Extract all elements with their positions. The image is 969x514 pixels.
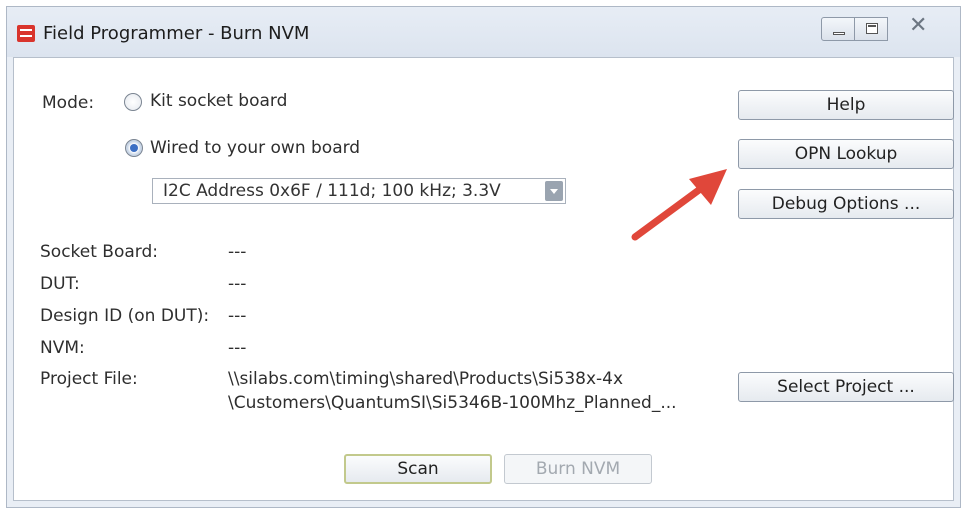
mode-label: Mode:: [42, 93, 95, 113]
i2c-address-value: I2C Address 0x6F / 111d; 100 kHz; 3.3V: [163, 181, 501, 201]
window-title: Field Programmer - Burn NVM: [43, 23, 310, 44]
field-programmer-window: Field Programmer - Burn NVM ✕ Mode: Kit …: [6, 6, 961, 508]
minimize-icon: [833, 32, 845, 35]
project-file-path-line1: \\silabs.com\timing\shared\Products\Si53…: [228, 369, 624, 389]
debug-options-button[interactable]: Debug Options ...: [738, 189, 954, 219]
design-id-label: Design ID (on DUT):: [40, 306, 210, 326]
dut-value: ---: [228, 274, 247, 294]
minimize-button[interactable]: [821, 17, 855, 41]
dut-label: DUT:: [40, 274, 80, 294]
app-logo-icon: [17, 25, 35, 42]
design-id-value: ---: [228, 306, 247, 326]
select-project-button[interactable]: Select Project ...: [738, 372, 954, 402]
dialog-content: Mode: Kit socket board Wired to your own…: [13, 57, 954, 501]
maximize-button[interactable]: [854, 17, 888, 41]
socket-board-label: Socket Board:: [40, 242, 158, 262]
project-file-label: Project File:: [40, 369, 138, 389]
project-file-path-line2: \Customers\QuantumSI\Si5346B-100Mhz_Plan…: [228, 393, 677, 413]
radio-kit-socket-board[interactable]: [124, 93, 142, 111]
red-arrow-icon: [631, 169, 727, 241]
help-button[interactable]: Help: [738, 90, 954, 120]
nvm-label: NVM:: [40, 338, 85, 358]
scan-button[interactable]: Scan: [344, 454, 492, 484]
title-bar[interactable]: Field Programmer - Burn NVM ✕: [7, 7, 960, 57]
socket-board-value: ---: [228, 242, 247, 262]
nvm-value: ---: [228, 338, 247, 358]
burn-nvm-button[interactable]: Burn NVM: [504, 454, 652, 484]
radio-kit-socket-board-label[interactable]: Kit socket board: [150, 91, 287, 111]
i2c-address-select[interactable]: I2C Address 0x6F / 111d; 100 kHz; 3.3V: [152, 178, 566, 204]
close-icon: ✕: [909, 13, 928, 38]
maximize-icon: [866, 23, 878, 34]
close-button[interactable]: ✕: [887, 13, 953, 41]
opn-lookup-button[interactable]: OPN Lookup: [738, 139, 954, 169]
chevron-down-icon[interactable]: [545, 181, 563, 201]
radio-wired-own-board-label[interactable]: Wired to your own board: [150, 138, 360, 158]
radio-wired-own-board[interactable]: [125, 139, 143, 157]
